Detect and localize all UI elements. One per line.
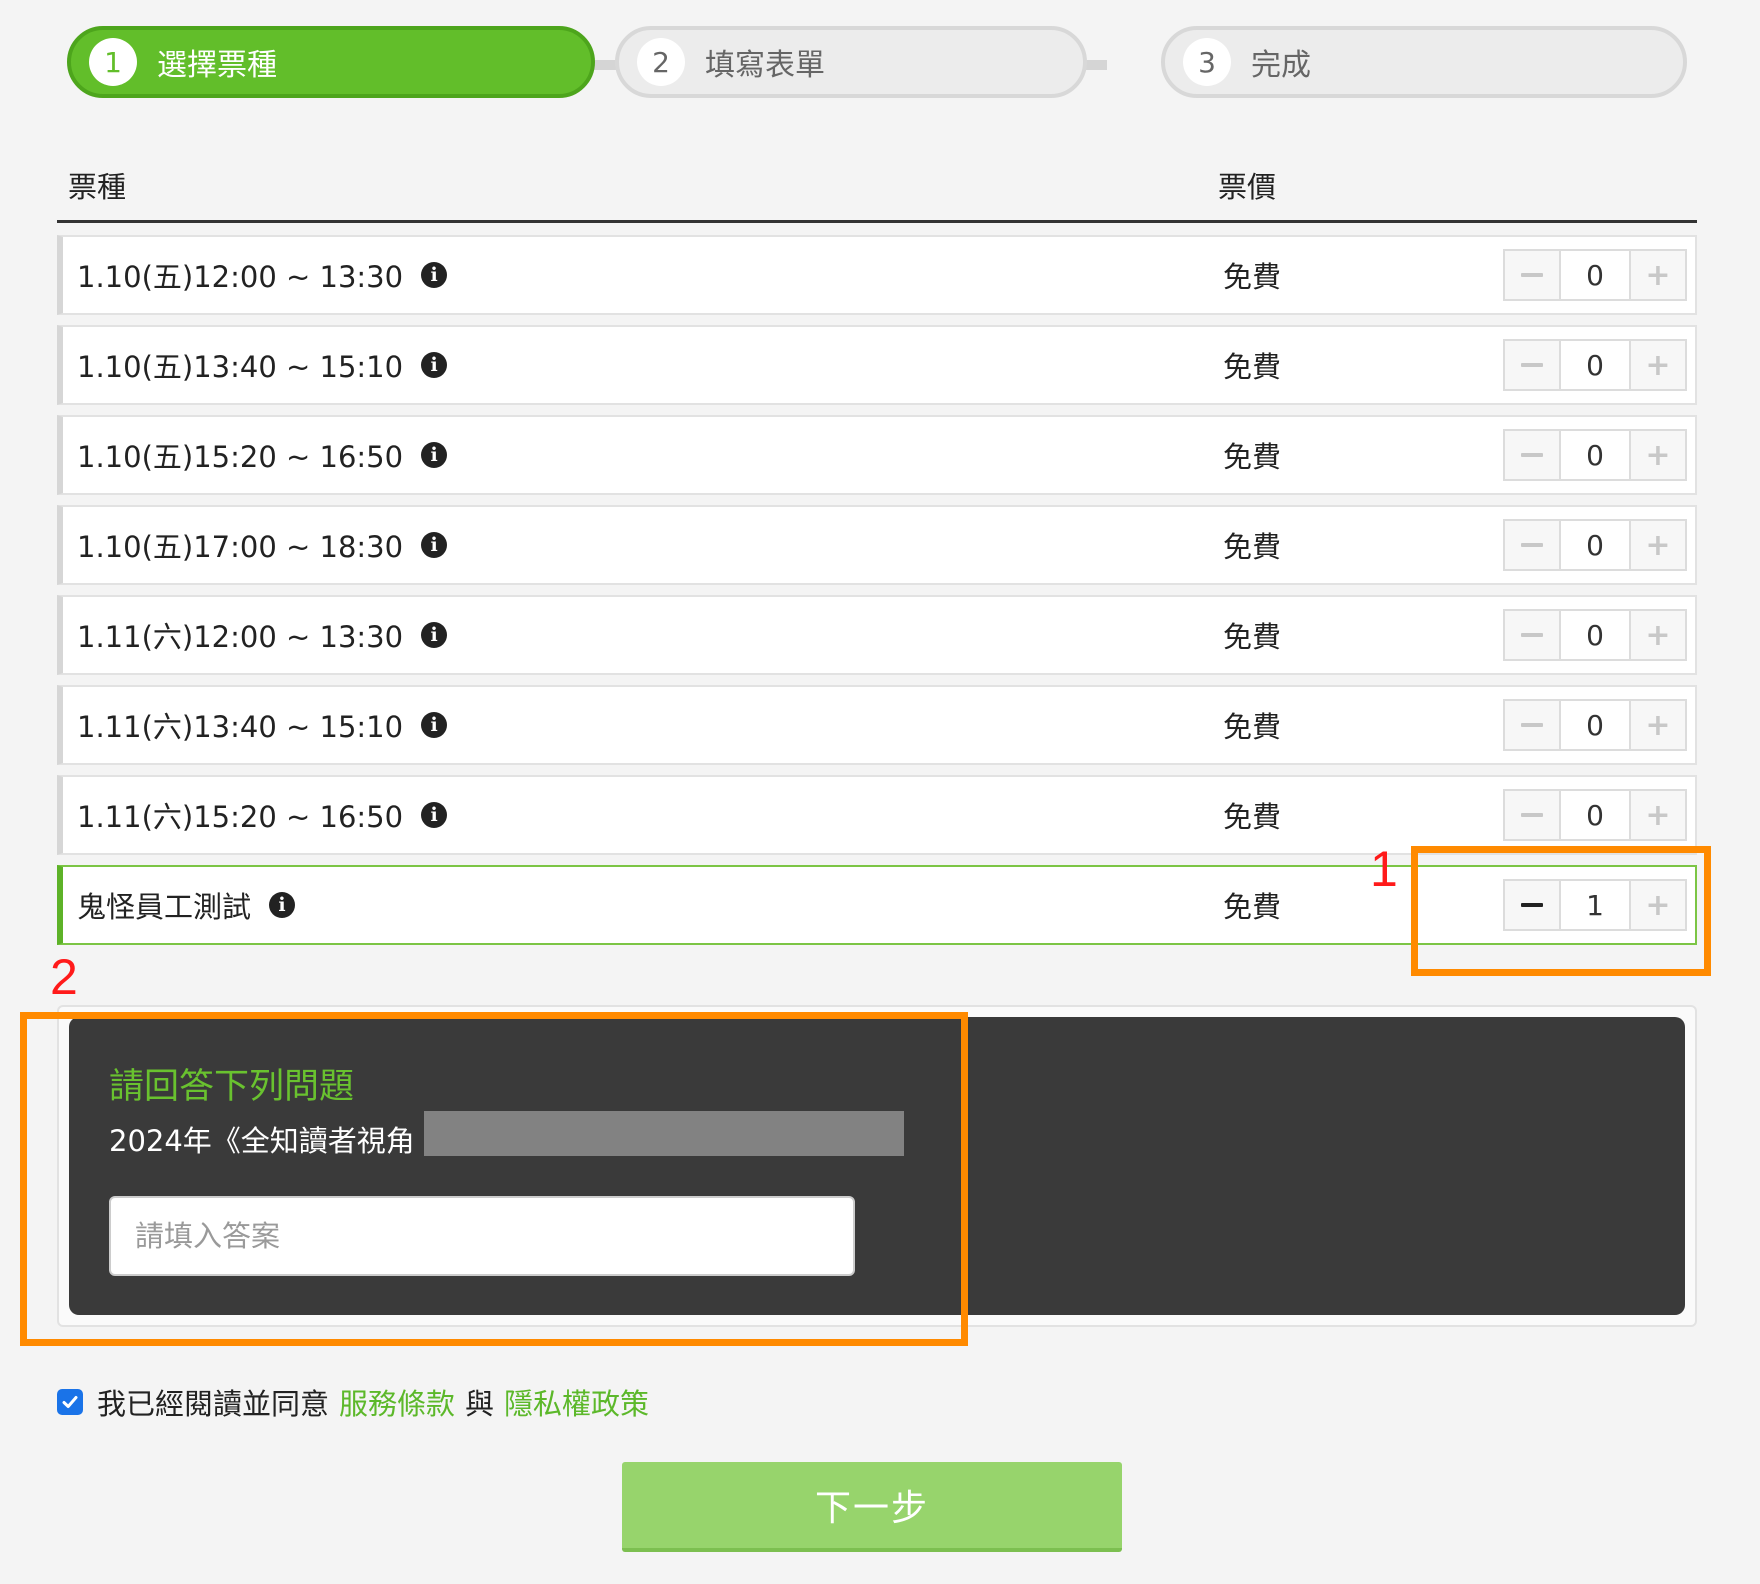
step-complete: 3 完成 [1161, 26, 1687, 98]
ticket-name: 1.10(五)17:00 ~ 18:30 [77, 530, 404, 564]
info-icon[interactable]: i [421, 262, 448, 288]
decrement-button[interactable] [1505, 341, 1561, 389]
agreement-row: 我已經閱讀並同意 服務條款 與 隱私權政策 [57, 1380, 659, 1424]
quantity-stepper: 0 + [1503, 789, 1687, 841]
ticket-price: 免費 [1223, 530, 1282, 564]
minus-icon [1521, 813, 1543, 817]
ticket-name: 1.10(五)12:00 ~ 13:30 [77, 260, 404, 294]
info-icon[interactable]: i [421, 352, 448, 378]
next-step-button[interactable]: 下一步 [622, 1462, 1122, 1552]
progress-stepper: 1 選擇票種 2 填寫表單 3 完成 [67, 26, 1687, 104]
quantity-value: 0 [1586, 348, 1604, 382]
ticket-name: 1.11(六)12:00 ~ 13:30 [77, 620, 404, 654]
decrement-button[interactable] [1505, 701, 1561, 749]
decrement-button[interactable] [1505, 431, 1561, 479]
quantity-stepper: 0 + [1503, 609, 1687, 661]
ticket-name: 1.10(五)13:40 ~ 15:10 [77, 350, 404, 384]
minus-icon [1521, 363, 1543, 367]
minus-icon [1521, 453, 1543, 457]
step-select-ticket: 1 選擇票種 [67, 26, 595, 98]
increment-button[interactable]: + [1629, 251, 1685, 299]
minus-icon [1521, 633, 1543, 637]
decrement-button[interactable] [1505, 521, 1561, 569]
decrement-button[interactable] [1505, 251, 1561, 299]
privacy-link[interactable]: 隱私權政策 [504, 1381, 649, 1423]
ticket-price: 免費 [1223, 620, 1282, 654]
minus-icon [1521, 543, 1543, 547]
quantity-value: 0 [1586, 708, 1604, 742]
info-icon[interactable]: i [421, 622, 448, 648]
info-icon[interactable]: i [421, 802, 448, 828]
header-divider [57, 220, 1697, 223]
ticket-row: 1.10(五)15:20 ~ 16:50 i 免費 0 + [57, 415, 1697, 495]
info-icon[interactable]: i [421, 712, 448, 738]
step-label: 填寫表單 [705, 48, 825, 83]
quantity-stepper: 0 + [1503, 519, 1687, 571]
info-icon[interactable]: i [421, 442, 448, 468]
quantity-stepper: 0 + [1503, 699, 1687, 751]
annotation-box-1 [1411, 846, 1711, 976]
quantity-value: 0 [1586, 258, 1604, 292]
minus-icon [1521, 273, 1543, 277]
quantity-value: 0 [1586, 618, 1604, 652]
quantity-stepper: 0 + [1503, 339, 1687, 391]
column-header-ticket: 票種 [68, 170, 127, 204]
agreement-conjunction: 與 [465, 1387, 495, 1421]
ticket-row: 1.11(六)15:20 ~ 16:50 i 免費 0 + [57, 775, 1697, 855]
ticket-row: 1.10(五)12:00 ~ 13:30 i 免費 0 + [57, 235, 1697, 315]
ticket-name: 1.11(六)15:20 ~ 16:50 [77, 800, 404, 834]
step-number: 2 [637, 38, 685, 86]
step-fill-form: 2 填寫表單 [615, 26, 1087, 98]
step-number: 1 [89, 38, 137, 86]
ticket-row: 1.10(五)13:40 ~ 15:10 i 免費 0 + [57, 325, 1697, 405]
quantity-stepper: 0 + [1503, 429, 1687, 481]
decrement-button[interactable] [1505, 791, 1561, 839]
increment-button[interactable]: + [1629, 701, 1685, 749]
minus-icon [1521, 723, 1543, 727]
increment-button[interactable]: + [1629, 521, 1685, 569]
step-label: 完成 [1251, 48, 1311, 83]
increment-button[interactable]: + [1629, 431, 1685, 479]
ticket-row: 1.11(六)12:00 ~ 13:30 i 免費 0 + [57, 595, 1697, 675]
ticket-row: 1.11(六)13:40 ~ 15:10 i 免費 0 + [57, 685, 1697, 765]
info-icon[interactable]: i [269, 892, 296, 918]
increment-button[interactable]: + [1629, 791, 1685, 839]
ticket-row: 1.10(五)17:00 ~ 18:30 i 免費 0 + [57, 505, 1697, 585]
annotation-box-2 [20, 1012, 968, 1346]
info-icon[interactable]: i [421, 532, 448, 558]
quantity-value: 0 [1586, 528, 1604, 562]
agreement-text: 我已經閱讀並同意 [97, 1387, 330, 1421]
step-number: 3 [1183, 38, 1231, 86]
decrement-button[interactable] [1505, 611, 1561, 659]
terms-link[interactable]: 服務條款 [339, 1381, 455, 1423]
ticket-price: 免費 [1223, 710, 1282, 744]
annotation-label-1: 1 [1370, 841, 1398, 897]
increment-button[interactable]: + [1629, 341, 1685, 389]
step-label: 選擇票種 [157, 48, 277, 83]
ticket-price: 免費 [1223, 260, 1282, 294]
quantity-value: 0 [1586, 438, 1604, 472]
ticket-name: 1.11(六)13:40 ~ 15:10 [77, 710, 404, 744]
quantity-value: 0 [1586, 798, 1604, 832]
quantity-stepper: 0 + [1503, 249, 1687, 301]
ticket-price: 免費 [1223, 440, 1282, 474]
ticket-name: 鬼怪員工測試 [77, 890, 252, 924]
ticket-price: 免費 [1223, 890, 1282, 924]
checkmark-icon [62, 1396, 78, 1408]
ticket-price: 免費 [1223, 800, 1282, 834]
ticket-name: 1.10(五)15:20 ~ 16:50 [77, 440, 404, 474]
increment-button[interactable]: + [1629, 611, 1685, 659]
annotation-label-2: 2 [50, 949, 78, 1005]
column-header-price: 票價 [1218, 170, 1277, 204]
ticket-price: 免費 [1223, 350, 1282, 384]
agree-checkbox[interactable] [57, 1389, 83, 1415]
